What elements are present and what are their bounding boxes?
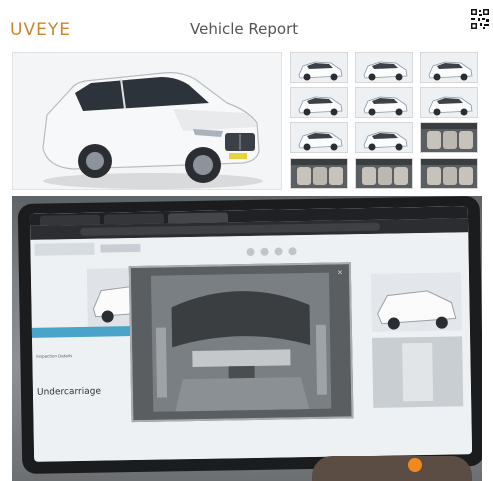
qr-code-icon (470, 8, 490, 30)
inspection-details-label: Inspection Details (36, 353, 73, 359)
thumbnail-suv-side-right[interactable] (355, 122, 413, 153)
thumbnail-suv-rear[interactable] (355, 52, 413, 83)
main-vehicle-photo[interactable] (12, 52, 282, 190)
svg-text:×: × (337, 268, 343, 276)
orange-action-button[interactable] (408, 458, 422, 472)
thumbnail-suv-side-left[interactable] (290, 52, 348, 83)
tablet-device: Inspection Details Undercarriage × (17, 196, 482, 475)
thumbnail-suv-front-right[interactable] (290, 122, 348, 153)
thumbnail-grid (290, 52, 482, 192)
uveye-logo: UVEYE (10, 20, 71, 40)
report-header: UVEYE Vehicle Report (0, 0, 493, 50)
page-title: Vehicle Report (190, 20, 299, 38)
thumbnail-interior-dashboard[interactable] (290, 158, 348, 189)
thumbnail-suv-front-top[interactable] (420, 87, 478, 118)
thumbnail-interior-seats[interactable] (420, 122, 478, 153)
thumbnail-interior-rear-seats[interactable] (355, 158, 413, 189)
tablet-screen: Inspection Details Undercarriage × (29, 206, 473, 462)
thumbnail-suv-front[interactable] (290, 87, 348, 118)
hand (312, 456, 472, 481)
tablet-inspection-photo: Inspection Details Undercarriage × (12, 196, 482, 481)
undercarriage-image-viewer[interactable]: × (128, 262, 354, 423)
thumbnail-interior-trunk[interactable] (420, 158, 478, 189)
thumbnail-suv-rear-top[interactable] (420, 52, 478, 83)
section-heading-undercarriage: Undercarriage (36, 386, 102, 398)
thumbnail-suv-rear-left[interactable] (355, 87, 413, 118)
